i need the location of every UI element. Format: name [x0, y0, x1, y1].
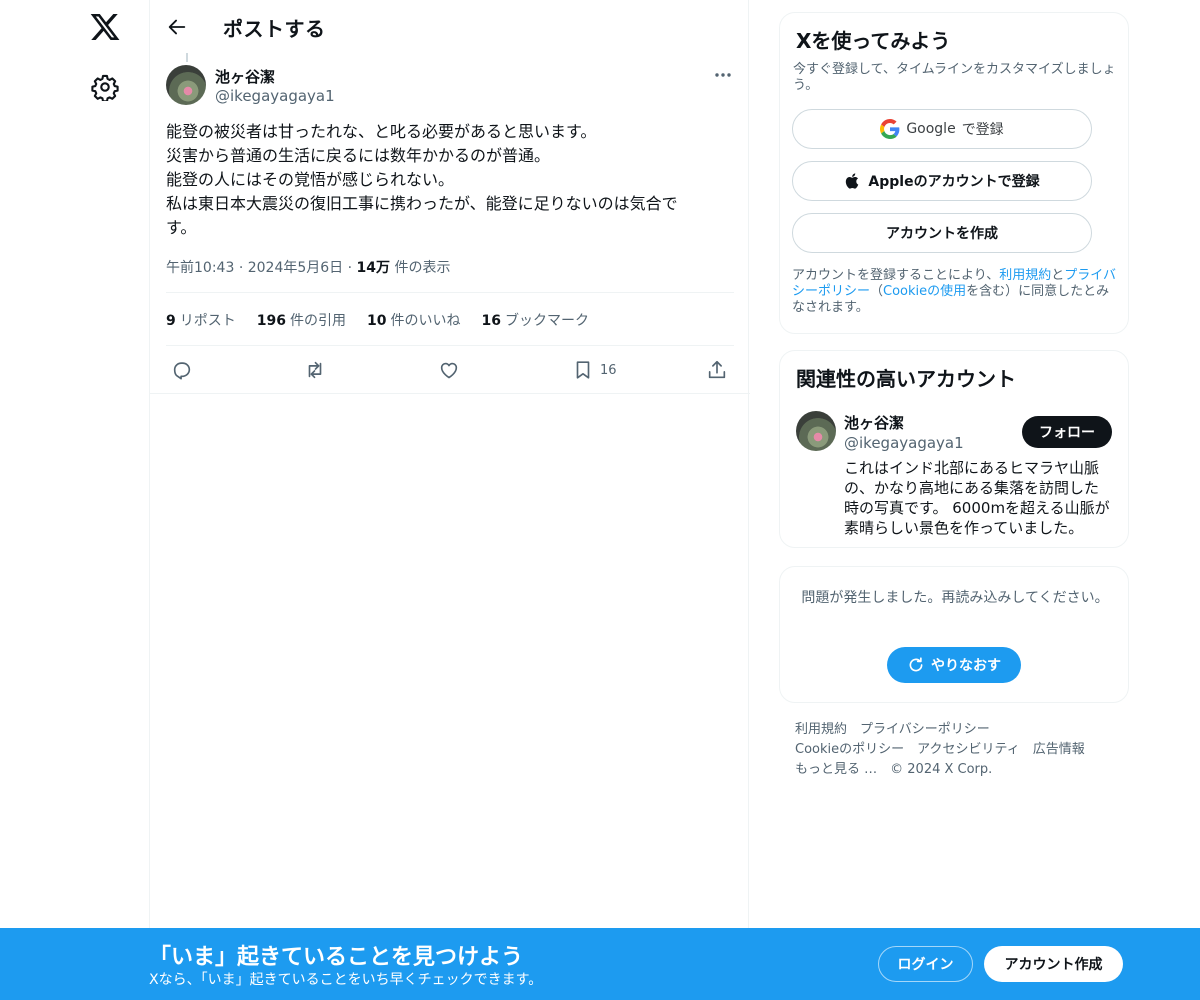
legal-text: と — [1051, 268, 1065, 283]
thread-line — [186, 53, 188, 62]
reposts-count: 9 — [166, 313, 176, 329]
share-icon — [708, 360, 726, 379]
create-account-button[interactable]: アカウントを作成 — [792, 213, 1092, 253]
reply-icon — [173, 362, 191, 380]
x-logo-icon[interactable] — [89, 11, 121, 43]
refresh-icon — [907, 656, 925, 674]
likes-stat[interactable]: 10 件のいいね — [367, 310, 460, 330]
tweet-time[interactable]: 午前10:43 — [166, 260, 234, 276]
views-label: 件の表示 — [394, 260, 451, 276]
follow-button[interactable]: フォロー — [1022, 416, 1112, 448]
signup-card: Xを使ってみよう 今すぐ登録して、タイムラインをカスタマイズしましょう。 Goo… — [779, 12, 1129, 334]
divider — [150, 393, 750, 394]
bookmark-icon — [576, 361, 590, 379]
related-bio: これはインド北部にあるヒマラヤ山脈の、かなり高地にある集落を訪問した時の写真です… — [844, 459, 1110, 537]
login-button[interactable]: ログイン — [878, 946, 973, 982]
terms-link[interactable]: 利用規約 — [999, 268, 1051, 283]
tweet-date[interactable]: 2024年5月6日 — [248, 260, 343, 276]
signup-title: Xを使ってみよう — [796, 29, 951, 53]
footer-terms-link[interactable]: 利用規約 — [795, 720, 847, 740]
repost-icon — [308, 361, 322, 379]
retry-button[interactable]: やりなおす — [887, 647, 1021, 683]
quotes-stat[interactable]: 196 件の引用 — [257, 310, 346, 330]
footer-accessibility-link[interactable]: アクセシビリティ — [917, 740, 1020, 760]
apple-signup-label: Appleのアカウントで登録 — [868, 174, 1040, 190]
tweet-text: 能登の被災者は甘ったれな、と叱る必要があると思います。 災害から普通の生活に戻る… — [166, 122, 678, 237]
signup-subtitle: 今すぐ登録して、タイムラインをカスタマイズしましょう。 — [793, 62, 1116, 93]
apple-signup-button[interactable]: Appleのアカウントで登録 — [792, 161, 1092, 201]
likes-count: 10 — [366, 313, 387, 329]
arrow-left-icon[interactable] — [166, 16, 188, 38]
left-nav — [0, 0, 150, 1000]
avatar[interactable] — [166, 65, 206, 105]
related-handle[interactable]: @ikegayagaya1 — [844, 434, 964, 452]
repost-button[interactable] — [304, 358, 326, 382]
bookmark-button[interactable]: 16 — [572, 358, 617, 382]
google-icon — [880, 119, 900, 139]
retry-label: やりなおす — [931, 658, 1001, 674]
footer-ads-link[interactable]: 広告情報 — [1033, 740, 1085, 760]
likes-label: 件のいいね — [390, 313, 461, 329]
related-name[interactable]: 池ヶ谷潔 — [844, 412, 904, 433]
reply-button[interactable] — [171, 358, 193, 382]
google-signup-label: で登録 — [961, 122, 1004, 138]
footer-links: 利用規約 プライバシーポリシー Cookieのポリシー アクセシビリティ 広告情… — [795, 720, 1125, 780]
share-button[interactable] — [706, 358, 728, 382]
bottom-signup-bar: 「いま」起きていることを見つけよう Xなら、「いま」起きていることをいち早くチェ… — [0, 928, 1200, 1000]
create-account-label: アカウントを作成 — [886, 226, 998, 242]
reposts-label: リポスト — [179, 313, 236, 329]
author-name[interactable]: 池ヶ谷潔 — [215, 66, 275, 87]
divider — [166, 345, 734, 346]
signup-button[interactable]: アカウント作成 — [984, 946, 1123, 982]
apple-icon — [844, 172, 862, 190]
like-button[interactable] — [438, 358, 460, 382]
bookmarks-label: ブックマーク — [504, 313, 589, 329]
error-message: 問題が発生しました。再読み込みしてください。 — [801, 590, 1109, 606]
error-card: 問題が発生しました。再読み込みしてください。 やりなおす — [779, 566, 1129, 703]
divider — [166, 292, 734, 293]
related-accounts-card: 関連性の高いアカウント 池ヶ谷潔 @ikegayagaya1 フォロー これはイ… — [779, 350, 1129, 548]
tweet-meta: 午前10:43 · 2024年5月6日 · 14万 件の表示 — [166, 257, 450, 277]
footer-more-link[interactable]: もっと見る … — [795, 760, 877, 780]
bookmark-count: 16 — [600, 362, 617, 378]
bottom-bar-title: 「いま」起きていることを見つけよう — [149, 945, 524, 970]
quotes-count: 196 — [256, 313, 286, 329]
main-column: ポストする 池ヶ谷潔 @ikegayagaya1 能登の被災者は甘ったれな、と叱… — [149, 0, 750, 1000]
quotes-label: 件の引用 — [289, 313, 346, 329]
avatar[interactable] — [796, 411, 836, 451]
page-header: ポストする — [150, 0, 750, 53]
heart-icon — [440, 362, 458, 379]
tweet-stats: 9 リポスト 196 件の引用 10 件のいいね 16 ブックマーク — [166, 310, 589, 330]
footer-cookie-link[interactable]: Cookieのポリシー — [795, 740, 904, 760]
footer-privacy-link[interactable]: プライバシーポリシー — [860, 720, 990, 740]
separator-dot: · — [238, 260, 248, 276]
bottom-bar-subtitle: Xなら、「いま」起きていることをいち早くチェックできます。 — [149, 972, 543, 988]
gear-icon[interactable] — [91, 73, 119, 101]
reposts-stat[interactable]: 9 リポスト — [166, 310, 236, 330]
copyright: © 2024 X Corp. — [890, 762, 993, 777]
bookmarks-stat[interactable]: 16 ブックマーク — [481, 310, 588, 330]
legal-text: アカウントを登録することにより、 — [792, 268, 1000, 283]
legal-notice: アカウントを登録することにより、利用規約とプライバシーポリシー（Cookieの使… — [792, 268, 1120, 316]
page-title: ポストする — [223, 17, 326, 41]
related-title: 関連性の高いアカウント — [796, 367, 1016, 391]
tweet-actions: 16 — [150, 356, 750, 384]
google-signup-button[interactable]: Google で登録 — [792, 109, 1092, 149]
more-options-icon[interactable] — [712, 66, 734, 84]
views-count: 14万 — [356, 260, 391, 276]
author-handle[interactable]: @ikegayagaya1 — [215, 87, 335, 105]
separator-dot: · — [347, 260, 357, 276]
google-brand-label: Google — [906, 121, 956, 137]
bookmarks-count: 16 — [481, 313, 501, 329]
legal-text: （ — [870, 284, 884, 299]
cookie-link[interactable]: Cookieの使用 — [883, 284, 966, 299]
